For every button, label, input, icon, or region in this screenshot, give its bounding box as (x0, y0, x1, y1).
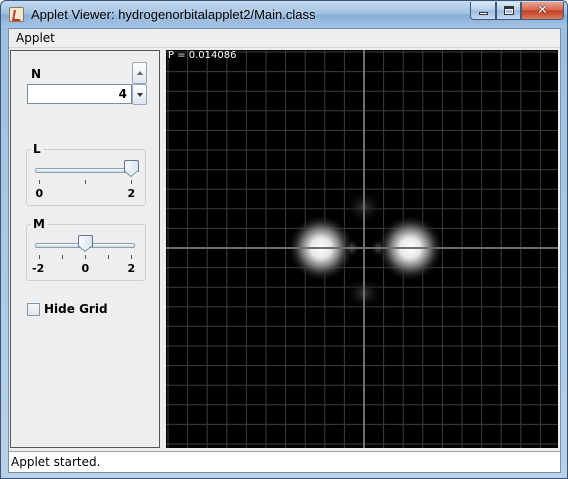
menu-applet[interactable]: Applet (16, 31, 55, 45)
l-slider-track[interactable] (35, 168, 135, 173)
maximize-button[interactable] (496, 2, 521, 20)
hide-grid-toggle[interactable]: Hide Grid (27, 302, 108, 316)
java-app-icon (9, 7, 24, 22)
m-slider-ticks (35, 255, 135, 260)
control-panel: N 4 L 0 2 M -2 0 2 Hide Grid (10, 50, 160, 448)
m-tick (39, 255, 40, 259)
hide-grid-label: Hide Grid (44, 302, 108, 316)
l-slider-ticks (35, 180, 135, 185)
m-label: M (31, 217, 47, 231)
l-tick-label-min: 0 (35, 187, 44, 200)
status-bar: Applet started. (9, 451, 560, 472)
hide-grid-checkbox[interactable] (27, 302, 40, 316)
minimize-button[interactable] (470, 2, 496, 20)
m-slider-thumb[interactable] (78, 235, 93, 253)
probability-readout: P = 0.014086 (168, 50, 237, 61)
m-tick (62, 255, 63, 259)
applet-window: Applet Viewer: hydrogenorbitalapplet2/Ma… (0, 0, 568, 479)
window-title: Applet Viewer: hydrogenorbitalapplet2/Ma… (31, 7, 316, 22)
m-tick (131, 255, 132, 259)
l-tick-label-max: 2 (127, 187, 136, 200)
menu-bar: Applet (9, 29, 560, 48)
minimize-icon (479, 12, 488, 15)
orbital-density (287, 190, 444, 310)
orbital-canvas[interactable]: P = 0.014086 (166, 50, 558, 448)
l-tick (85, 180, 86, 184)
l-label: L (31, 142, 43, 156)
arrow-up-icon (137, 71, 143, 75)
close-button[interactable]: ✕ (521, 2, 564, 20)
m-tick (108, 255, 109, 259)
l-tick (131, 180, 132, 184)
axes (166, 50, 558, 448)
close-icon: ✕ (537, 3, 548, 18)
title-bar[interactable]: Applet Viewer: hydrogenorbitalapplet2/Ma… (1, 1, 567, 28)
m-tick-label-max: 2 (127, 262, 136, 275)
l-slider-group: L 0 2 (26, 142, 146, 206)
maximize-icon (504, 6, 514, 15)
l-slider-thumb[interactable] (124, 160, 139, 178)
n-label: N (31, 67, 42, 81)
m-tick-label-mid: 0 (81, 262, 90, 275)
m-tick (85, 255, 86, 259)
client-area: Applet N 4 L 0 2 M -2 0 2 Hide Grid P = … (8, 28, 561, 473)
arrow-down-icon (137, 93, 143, 97)
n-spinner-down-button[interactable] (132, 84, 147, 105)
l-tick (39, 180, 40, 184)
m-tick-label-min: -2 (32, 262, 45, 275)
n-spinner-field[interactable]: 4 (27, 84, 132, 104)
n-spinner-up-button[interactable] (132, 62, 147, 84)
status-text: Applet started. (11, 455, 101, 469)
m-slider-group: M -2 0 2 (26, 217, 146, 281)
orbital-plot (166, 50, 558, 448)
